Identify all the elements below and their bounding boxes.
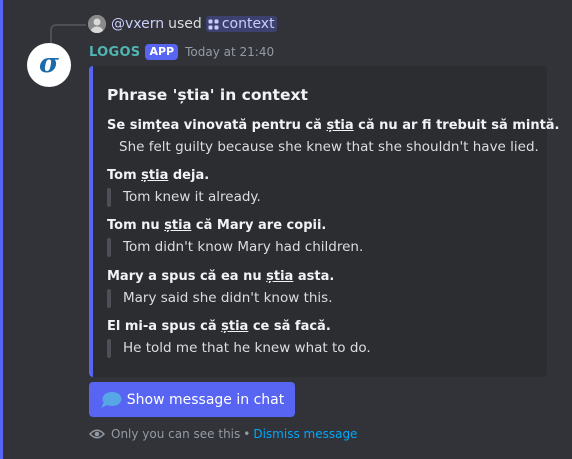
reply-connector-line [50, 24, 86, 44]
reply-username[interactable]: @vxern [111, 16, 164, 32]
bot-username[interactable]: LOGOS [89, 45, 140, 60]
romanian-sentence: Tom nu știa că Mary are copii. [107, 218, 327, 233]
quote-bar [107, 238, 111, 257]
ephemeral-notice: Only you can see this • Dismiss message [89, 427, 357, 441]
quote-bar [107, 188, 111, 207]
ephemeral-text: Only you can see this [111, 427, 241, 441]
example-item: Se simțea vinovată pentru că știa că nu … [107, 118, 560, 157]
romanian-sentence: Se simțea vinovată pentru că știa că nu … [107, 118, 560, 133]
translation-quote: Mary said she didn't know this. [107, 289, 537, 308]
show-message-label: Show message in chat [126, 391, 285, 408]
command-name: context [221, 16, 275, 32]
embed-title: Phrase 'știa' in context [107, 86, 308, 104]
reply-used-text: used [168, 16, 202, 32]
quote-bar [107, 289, 111, 308]
slash-command-mention[interactable]: context [205, 16, 277, 32]
bot-avatar[interactable]: σ [27, 43, 71, 87]
translation-quote: He told me that he knew what to do. [107, 339, 537, 358]
dismiss-message-link[interactable]: Dismiss message [253, 427, 357, 441]
reply-avatar[interactable] [88, 15, 106, 33]
message-header: LOGOS APP Today at 21:40 [89, 42, 274, 62]
romanian-sentence: El mi-a spus că știa ce să facă. [107, 319, 331, 334]
translation-quote: Tom didn't know Mary had children. [107, 238, 537, 257]
romanian-sentence: Tom știa deja. [107, 168, 210, 183]
english-translation: Mary said she didn't know this. [123, 290, 333, 306]
example-item: Tom nu știa că Mary are copii. Tom didn'… [107, 218, 537, 257]
ephemeral-separator: • [243, 427, 251, 441]
context-embed: Phrase 'știa' in context Se simțea vinov… [89, 66, 560, 377]
phrase-highlight: știa [164, 218, 192, 233]
chat-bubble-icon [100, 391, 122, 408]
phrase-highlight: știa [221, 319, 249, 334]
translation-quote: She felt guilty because she knew that sh… [107, 138, 539, 157]
message-highlight-bar [0, 0, 3, 459]
interaction-reply-header: @vxern used context [88, 14, 277, 34]
message-timestamp: Today at 21:40 [185, 45, 275, 59]
english-translation: She felt guilty because she knew that sh… [119, 139, 539, 155]
phrase-highlight: știa [141, 168, 169, 183]
english-translation: Tom knew it already. [123, 189, 261, 205]
english-translation: He told me that he knew what to do. [123, 340, 371, 356]
user-avatar-icon [88, 15, 106, 33]
example-item: Tom știa deja. Tom knew it already. [107, 168, 537, 207]
translation-quote: Tom knew it already. [107, 188, 537, 207]
quote-bar [107, 339, 111, 358]
bot-avatar-glyph: σ [39, 48, 59, 79]
show-message-button[interactable]: Show message in chat [89, 382, 295, 417]
example-item: El mi-a spus că știa ce să facă. He told… [107, 319, 537, 358]
romanian-sentence: Mary a spus că ea nu știa asta. [107, 269, 335, 284]
english-translation: Tom didn't know Mary had children. [123, 239, 364, 255]
app-badge: APP [145, 44, 179, 60]
phrase-highlight: știa [326, 118, 354, 133]
command-grid-icon [208, 19, 219, 29]
phrase-highlight: știa [266, 269, 294, 284]
eye-icon [89, 429, 105, 439]
example-item: Mary a spus că ea nu știa asta. Mary sai… [107, 269, 537, 308]
